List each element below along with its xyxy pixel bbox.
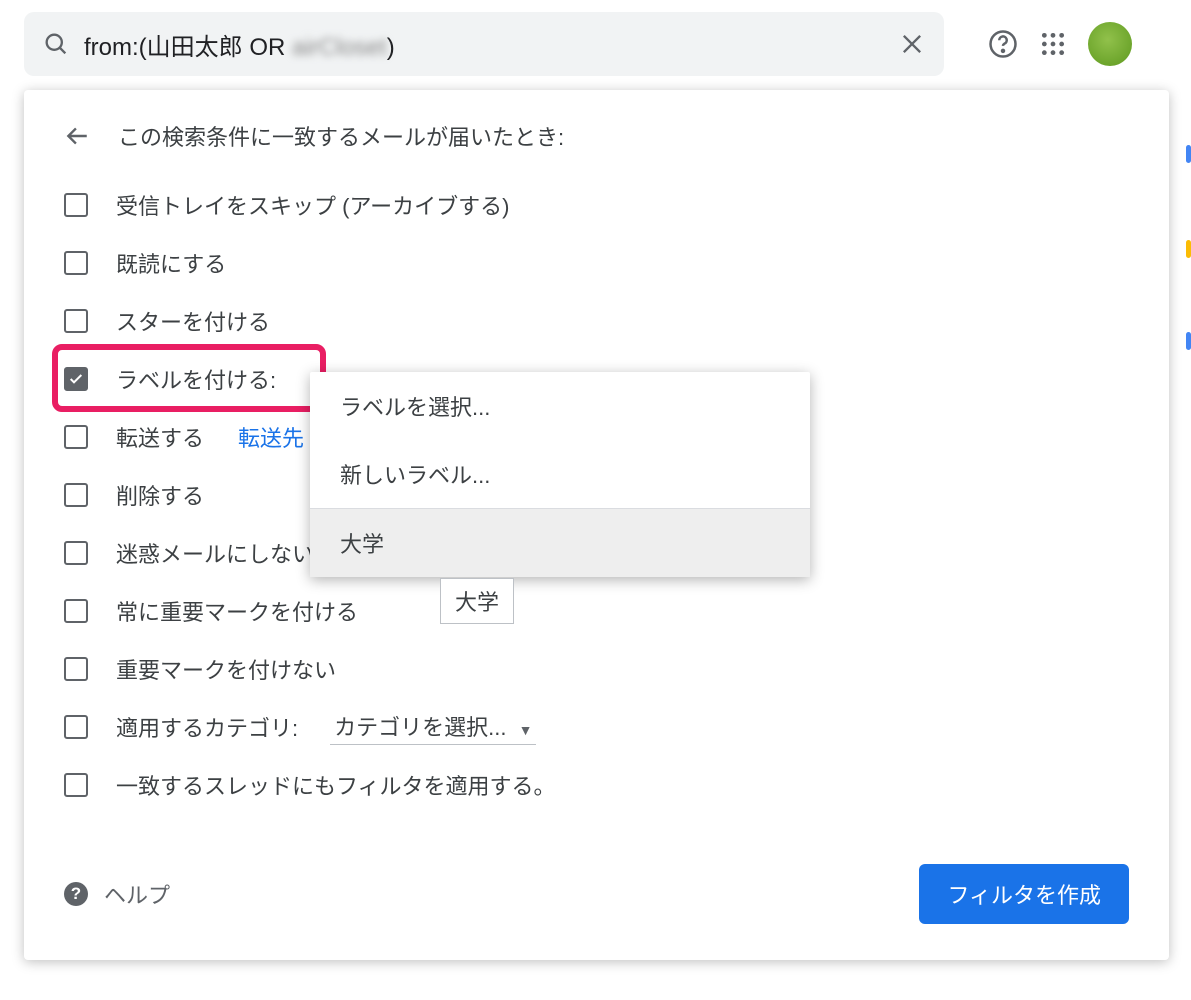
panel-header: この検索条件に一致するメールが届いたとき:: [64, 120, 1129, 152]
search-input[interactable]: from:(山田太郎 OR airCloset): [70, 27, 898, 62]
panel-title: この検索条件に一致するメールが届いたとき:: [118, 120, 564, 152]
checkbox-never-important[interactable]: [64, 657, 88, 681]
label-apply-label: ラベルを付ける:: [116, 363, 276, 395]
label-also-apply: 一致するスレッドにもフィルタを適用する。: [116, 769, 556, 801]
back-arrow-icon[interactable]: [64, 123, 90, 149]
search-box[interactable]: from:(山田太郎 OR airCloset): [24, 12, 944, 76]
checkbox-delete[interactable]: [64, 483, 88, 507]
top-bar: from:(山田太郎 OR airCloset): [0, 0, 1191, 88]
option-never-important[interactable]: 重要マークを付けない: [64, 640, 1129, 698]
help-icon[interactable]: [988, 29, 1018, 59]
dropdown-new-label[interactable]: 新しいラベル...: [310, 440, 810, 508]
option-star[interactable]: スターを付ける: [64, 292, 1129, 350]
create-filter-button[interactable]: フィルタを作成: [919, 864, 1129, 924]
label-mark-read: 既読にする: [116, 247, 226, 279]
label-never-important: 重要マークを付けない: [116, 653, 336, 685]
category-select-text: カテゴリを選択...: [334, 715, 506, 740]
chevron-down-icon: ▼: [519, 722, 533, 738]
search-query-visible: from:(山田太郎 OR: [84, 34, 292, 61]
dropdown-existing-label[interactable]: 大学: [310, 509, 810, 577]
header-icons: [988, 22, 1132, 66]
label-star: スターを付ける: [116, 305, 270, 337]
checkbox-mark-read[interactable]: [64, 251, 88, 275]
search-query-blurred: airCloset: [292, 34, 387, 61]
label-forward: 転送する: [116, 421, 204, 453]
checkbox-categorize[interactable]: [64, 715, 88, 739]
sidepanel-stripe-yellow: [1186, 240, 1191, 258]
option-also-apply[interactable]: 一致するスレッドにもフィルタを適用する。: [64, 756, 1129, 814]
checkbox-star[interactable]: [64, 309, 88, 333]
help-circle-icon: ?: [64, 882, 88, 906]
forward-address-link[interactable]: 転送先: [238, 421, 304, 453]
checkbox-forward[interactable]: [64, 425, 88, 449]
option-skip-inbox[interactable]: 受信トレイをスキップ (アーカイブする): [64, 176, 1129, 234]
label-dropdown: ラベルを選択... 新しいラベル... 大学: [310, 372, 810, 577]
label-categorize: 適用するカテゴリ:: [116, 711, 298, 743]
category-select[interactable]: カテゴリを選択... ▼: [330, 710, 536, 745]
label-never-spam: 迷惑メールにしない: [116, 537, 314, 569]
avatar[interactable]: [1088, 22, 1132, 66]
option-categorize[interactable]: 適用するカテゴリ: カテゴリを選択... ▼: [64, 698, 1129, 756]
option-mark-read[interactable]: 既読にする: [64, 234, 1129, 292]
label-always-important: 常に重要マークを付ける: [116, 595, 358, 627]
help-link[interactable]: ? ヘルプ: [64, 878, 170, 910]
checkbox-apply-label[interactable]: [64, 367, 88, 391]
tooltip-text: 大学: [455, 590, 499, 615]
tooltip: 大学: [440, 578, 514, 624]
dropdown-choose-label[interactable]: ラベルを選択...: [310, 372, 810, 440]
label-skip-inbox: 受信トレイをスキップ (アーカイブする): [116, 189, 509, 221]
checkbox-skip-inbox[interactable]: [64, 193, 88, 217]
label-delete: 削除する: [116, 479, 204, 511]
sidepanel-stripe-blue: [1186, 145, 1191, 163]
checkbox-also-apply[interactable]: [64, 773, 88, 797]
checkbox-never-spam[interactable]: [64, 541, 88, 565]
close-icon[interactable]: [898, 30, 926, 58]
sidepanel-stripe-blue-2: [1186, 332, 1191, 350]
apps-grid-icon[interactable]: [1040, 31, 1066, 57]
help-text: ヘルプ: [104, 878, 170, 910]
checkbox-always-important[interactable]: [64, 599, 88, 623]
search-icon: [42, 30, 70, 58]
option-always-important[interactable]: 常に重要マークを付ける: [64, 582, 1129, 640]
panel-footer: ? ヘルプ フィルタを作成: [64, 864, 1129, 924]
search-query-tail: ): [387, 34, 395, 61]
